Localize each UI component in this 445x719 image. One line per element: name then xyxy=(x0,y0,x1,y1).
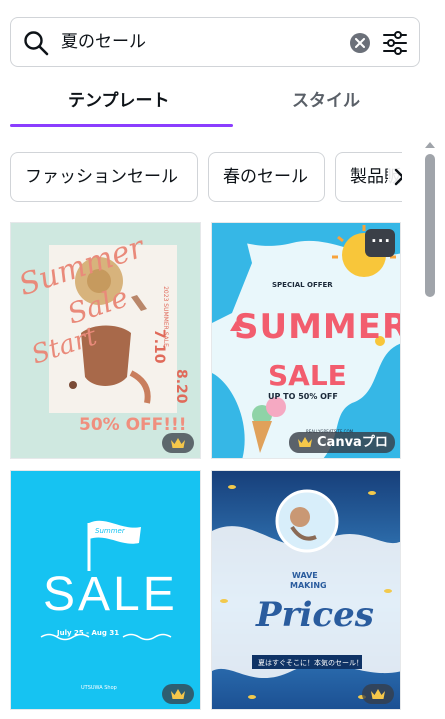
wave-prices: Prices xyxy=(256,595,374,635)
fashion-discount: 50% OFF!!! xyxy=(79,415,187,435)
flag-dates: July 25 - Aug 31 xyxy=(57,629,120,637)
fashion-end-date: 8.20 xyxy=(173,369,189,404)
template-card-wave-making-prices[interactable]: WAVE MAKING Prices 夏はすぐそこに！本気のセール！ xyxy=(211,470,401,710)
crown-icon xyxy=(371,689,385,699)
more-options-button[interactable]: ··· xyxy=(365,229,395,257)
crown-icon xyxy=(171,689,185,699)
template-thumbnail-wave xyxy=(212,471,400,709)
scrollbar-thumb[interactable] xyxy=(425,154,435,297)
suggestion-chips: ファッションセール 春のセール 製品販 xyxy=(10,152,402,202)
search-box[interactable]: 夏のセール xyxy=(10,17,420,67)
premium-badge xyxy=(362,684,394,704)
crown-icon xyxy=(298,437,312,447)
active-tab-indicator xyxy=(10,124,233,127)
summer-special-offer: SPECIAL OFFER xyxy=(272,281,333,289)
wave-word-1: WAVE xyxy=(292,571,318,580)
canva-pro-label: Canvaプロ xyxy=(317,435,388,450)
flag-sale-headline: SALE xyxy=(43,568,178,621)
canva-pro-badge: Canvaプロ xyxy=(289,432,395,453)
premium-badge xyxy=(162,684,194,704)
filter-settings-icon[interactable] xyxy=(382,30,408,56)
flag-summer-label: Summer xyxy=(95,527,125,535)
template-card-summer-sale-fashion[interactable]: Summer Sale Start 2023 SUMMER SALE 7.10 … xyxy=(10,222,201,459)
summer-headline: SUMMER xyxy=(234,307,401,347)
template-card-summer-sale-flag[interactable]: Summer SALE July 25 - Aug 31 UTSUWA Shop xyxy=(10,470,201,710)
chip-spring-sale[interactable]: 春のセール xyxy=(208,152,325,202)
crown-icon xyxy=(171,438,185,448)
premium-badge xyxy=(162,433,194,453)
result-tabs: テンプレート スタイル xyxy=(10,84,420,128)
results-scrollbar[interactable] xyxy=(421,138,439,719)
chip-fashion-sale[interactable]: ファッションセール xyxy=(10,152,198,202)
template-card-summer-sale-sun[interactable]: SPECIAL OFFER SUMMER SALE UP TO 50% OFF … xyxy=(211,222,401,459)
flag-shop-name: UTSUWA Shop xyxy=(81,685,117,691)
search-icon xyxy=(24,31,49,56)
ellipsis-icon: ··· xyxy=(371,232,392,250)
tab-templates[interactable]: テンプレート xyxy=(68,90,170,112)
summer-sale-word: SALE xyxy=(268,359,347,392)
fashion-start-date: 7.10 xyxy=(151,329,167,364)
scroll-up-arrow-icon[interactable] xyxy=(425,142,435,148)
wave-tagline: 夏はすぐそこに！本気のセール！ xyxy=(258,659,363,667)
summer-discount: UP TO 50% OFF xyxy=(268,392,338,401)
chevron-right-icon[interactable] xyxy=(388,166,402,188)
tab-styles[interactable]: スタイル xyxy=(292,90,360,112)
search-input[interactable]: 夏のセール xyxy=(61,31,146,53)
wave-word-2: MAKING xyxy=(290,581,327,590)
clear-search-icon[interactable] xyxy=(350,33,370,53)
